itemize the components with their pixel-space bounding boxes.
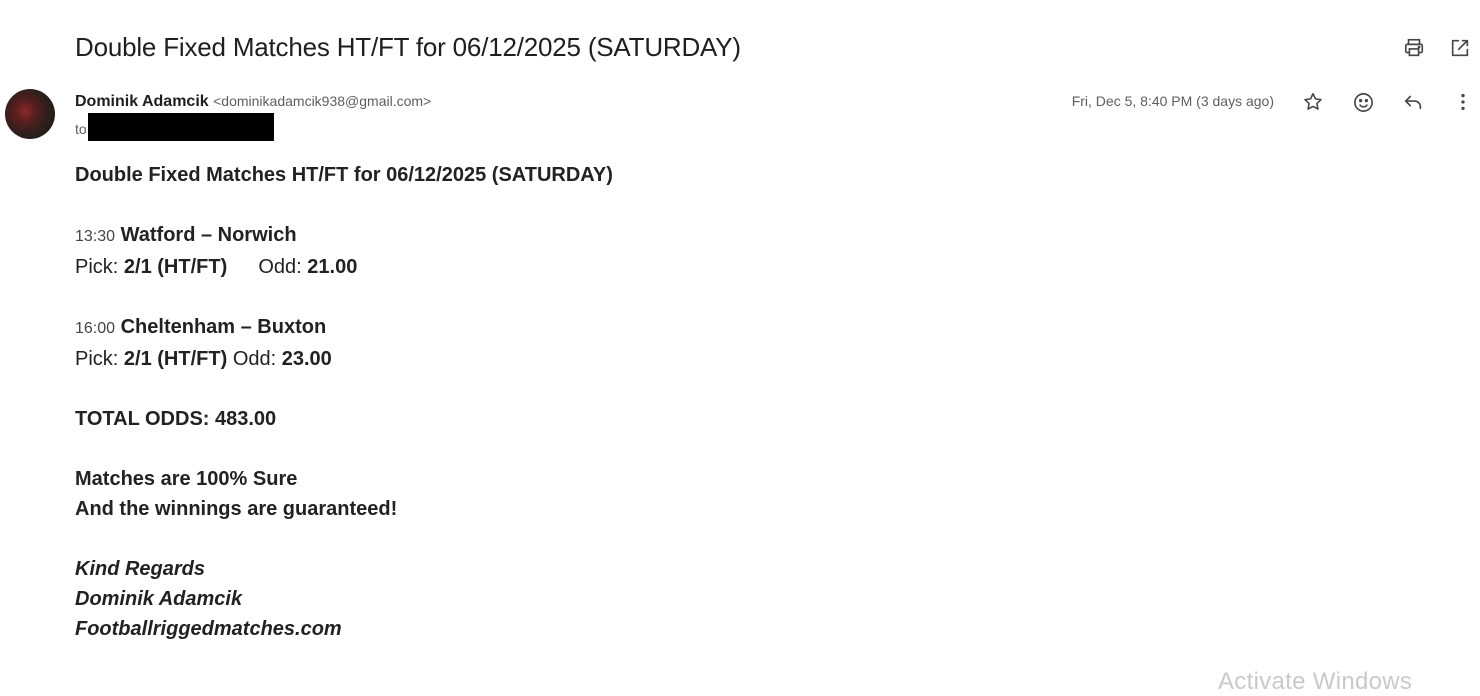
sender-name[interactable]: Dominik Adamcik [75, 93, 209, 110]
match-1-pick: 2/1 (HT/FT) [123, 256, 228, 278]
print-icon [1404, 38, 1424, 57]
match-1-pick-label: Pick: [75, 256, 119, 278]
body-line-guarantee: And the winnings are guaranteed! [75, 498, 398, 520]
match-2-time: 16:00 [75, 320, 116, 337]
email-body: Double Fixed Matches HT/FT for 06/12/202… [75, 160, 613, 644]
sender-avatar[interactable] [5, 89, 55, 139]
match-2-odd: 23.00 [281, 348, 332, 370]
star-icon [1304, 92, 1322, 110]
total-odds: TOTAL ODDS: 483.00 [75, 408, 277, 430]
emoji-icon [1353, 92, 1373, 112]
open-in-new-window-button[interactable] [1446, 34, 1474, 62]
star-button[interactable] [1300, 89, 1326, 115]
print-button[interactable] [1400, 34, 1428, 62]
match-1-pick-line: Pick: 2/1 (HT/FT) Odd: 21.00 [75, 252, 613, 282]
match-1-teams: Watford – Norwich [120, 224, 297, 246]
match-2-odd-label: Odd: [232, 348, 277, 370]
sender-line: Dominik Adamcik <dominikadamcik938@gmail… [75, 91, 431, 112]
match-2-pick-line: Pick: 2/1 (HT/FT) Odd: 23.00 [75, 344, 613, 374]
signature-regards: Kind Regards [75, 558, 206, 580]
emoji-reaction-button[interactable] [1350, 89, 1376, 115]
match-2-line: 16:00 Cheltenham – Buxton [75, 312, 613, 344]
reply-icon [1404, 95, 1422, 110]
top-actions [1400, 34, 1480, 62]
match-1-line: 13:30 Watford – Norwich [75, 220, 613, 252]
match-2-pick: 2/1 (HT/FT) [123, 348, 228, 370]
body-line-sure: Matches are 100% Sure [75, 468, 298, 490]
signature-site: Footballriggedmatches.com [75, 618, 342, 640]
more-vert-icon [1461, 93, 1465, 111]
to-label: to [75, 121, 87, 137]
email-subject: Double Fixed Matches HT/FT for 06/12/202… [75, 32, 741, 62]
match-2-pick-label: Pick: [75, 348, 119, 370]
match-2-teams: Cheltenham – Buxton [120, 316, 327, 338]
email-date: Fri, Dec 5, 8:40 PM (3 days ago) [1071, 93, 1274, 109]
redacted-recipient [87, 113, 274, 141]
activate-windows-watermark: Activate Windows [1218, 668, 1413, 695]
match-1-odd: 21.00 [307, 256, 358, 278]
open-in-new-window-icon [1451, 39, 1469, 57]
signature-name: Dominik Adamcik [75, 588, 243, 610]
match-1-odd-label: Odd: [258, 256, 302, 278]
body-heading: Double Fixed Matches HT/FT for 06/12/202… [75, 164, 613, 186]
more-options-button[interactable] [1450, 89, 1476, 115]
reply-button[interactable] [1400, 89, 1426, 115]
recipient-line: to [75, 113, 274, 141]
sender-email: <dominikadamcik938@gmail.com> [213, 93, 432, 109]
match-1-time: 13:30 [75, 228, 116, 245]
